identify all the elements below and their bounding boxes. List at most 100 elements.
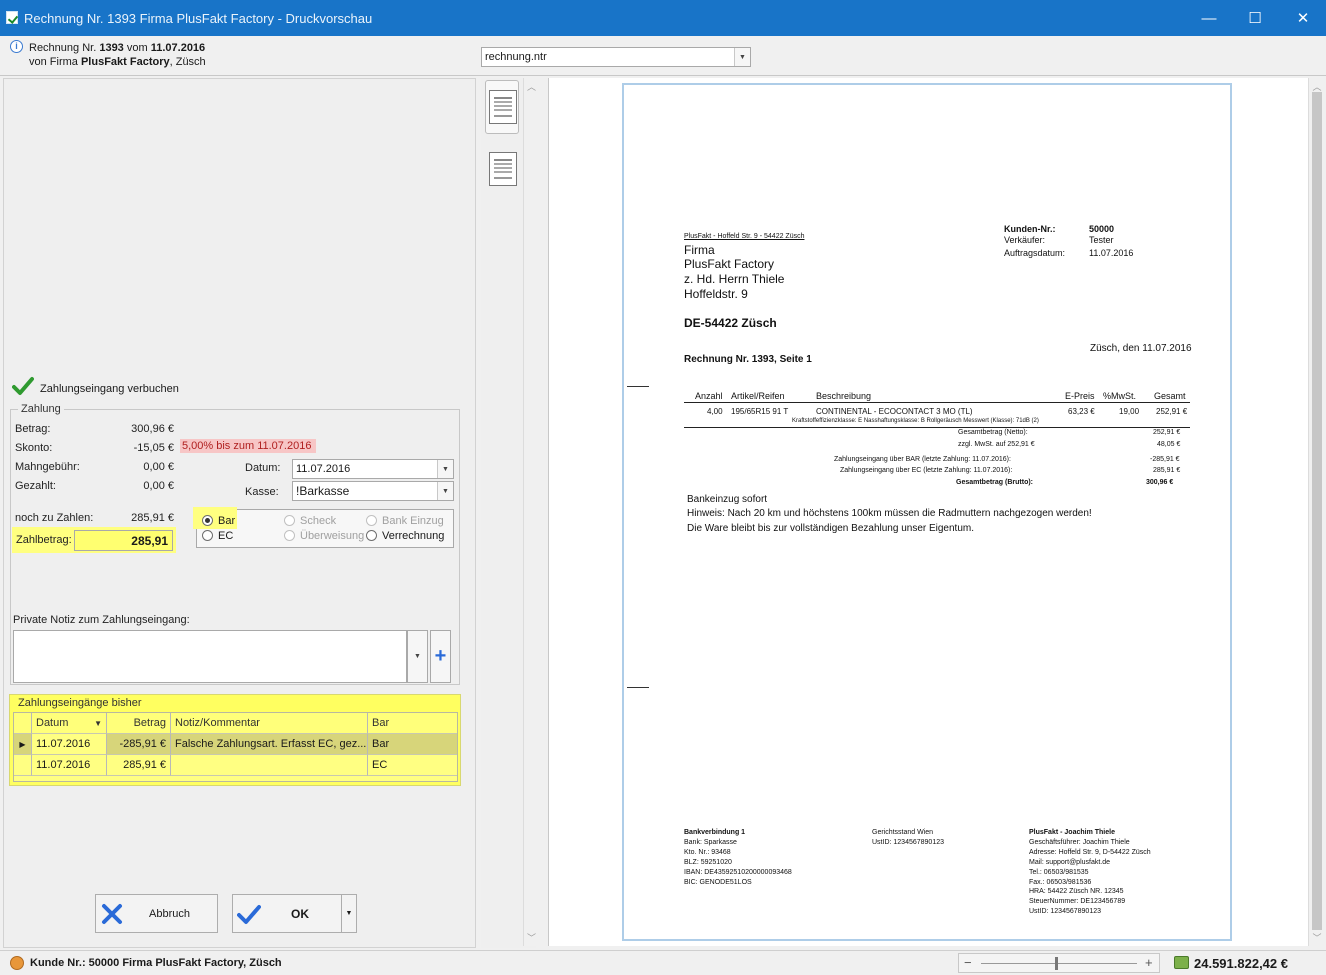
table-row-betrag[interactable]: -285,91 € <box>107 734 171 755</box>
footer-company: SteuerNummer: DE123456789 <box>1029 898 1126 905</box>
table-row-notiz[interactable] <box>171 755 368 776</box>
table-row-datum[interactable]: 11.07.2016 <box>32 755 107 776</box>
maximize-button[interactable]: ☐ <box>1232 0 1278 36</box>
zoom-thumb[interactable] <box>1055 957 1058 970</box>
total-value: 285,91 € <box>1153 467 1181 474</box>
col-anzahl: Anzahl <box>695 391 723 401</box>
row-indicator <box>14 755 32 776</box>
column-header-notiz[interactable]: Notiz/Kommentar <box>171 713 368 734</box>
invoice-info-line1: Rechnung Nr. 1393 vom 11.07.2016 <box>29 42 206 54</box>
table-row-notiz[interactable]: Falsche Zahlungsart. Erfasst EC, gez... <box>171 734 368 755</box>
invoice-heading: Rechnung Nr. 1393, Seite 1 <box>684 354 812 365</box>
total-label: zzgl. MwSt. auf 252,91 € <box>958 441 1035 448</box>
table-rule <box>684 427 1190 428</box>
col-beschreibung: Beschreibung <box>816 391 872 401</box>
chevron-down-icon[interactable]: ▼ <box>437 460 453 478</box>
col-epreis: E-Preis <box>1065 391 1095 401</box>
add-note-button[interactable]: + <box>430 630 451 683</box>
ok-dropdown-button[interactable]: ▼ <box>341 894 357 933</box>
radio-bar[interactable] <box>202 515 213 526</box>
cancel-button[interactable]: Abbruch <box>95 894 218 933</box>
item-gesamt: 252,91 € <box>1156 407 1188 416</box>
radio-ueberweisung-label: Überweisung <box>300 530 365 542</box>
page-thumbnail-2[interactable] <box>489 152 517 186</box>
item-epreis: 63,23 € <box>1068 407 1095 416</box>
footer-court: UstID: 1234567890123 <box>872 839 944 846</box>
sender-line: PlusFakt - Hoffeld Str. 9 - 54422 Züsch <box>684 233 805 240</box>
page-thumbnail-1[interactable] <box>489 90 517 124</box>
note-label: Private Notiz zum Zahlungseingang: <box>13 614 190 626</box>
footer-bank: BIC: GENODE51LOS <box>684 879 752 886</box>
register-select[interactable]: !Barkasse ▼ <box>292 481 454 501</box>
preview-scrollbar[interactable]: ︿ ﹀ <box>1308 78 1325 946</box>
recipient-city: DE-54422 Züsch <box>684 316 777 330</box>
note-dropdown-button[interactable]: ▼ <box>407 630 428 683</box>
footer-company: Adresse: Hoffeld Str. 9, D-54422 Züsch <box>1029 849 1151 856</box>
invoice-note: Hinweis: Nach 20 km und höchstens 100km … <box>687 508 1092 519</box>
thumbnail-scrollbar[interactable]: ︿ ﹀ <box>523 78 539 946</box>
item-anzahl: 4,00 <box>707 407 723 416</box>
item-mwst: 19,00 <box>1119 407 1140 416</box>
zoom-in-icon[interactable]: + <box>1145 955 1153 970</box>
radio-ueberweisung[interactable] <box>284 530 295 541</box>
chevron-down-icon: ▼ <box>345 910 353 917</box>
footer-company: PlusFakt - Joachim Thiele <box>1029 829 1115 836</box>
checkmark-icon <box>12 377 34 395</box>
radio-scheck-label: Scheck <box>300 515 337 527</box>
footer-bank: IBAN: DE43592510200000093468 <box>684 869 792 876</box>
radio-scheck[interactable] <box>284 515 295 526</box>
close-button[interactable]: ✕ <box>1280 0 1326 36</box>
chevron-down-icon[interactable]: ▼ <box>734 48 750 66</box>
scroll-up-icon[interactable]: ︿ <box>524 80 539 93</box>
date-field[interactable]: 11.07.2016 ▼ <box>292 459 454 479</box>
minimize-button[interactable]: — <box>1186 0 1232 36</box>
item-beschreibung: CONTINENTAL - ECOCONTACT 3 MO (TL) <box>816 407 973 416</box>
place-date: Züsch, den 11.07.2016 <box>1090 343 1192 354</box>
item-detail: Kraftstoffeffizienzklasse: E Nasshaftung… <box>792 418 1039 424</box>
remaining-label: noch zu Zahlen: <box>15 512 94 524</box>
zoom-slider[interactable]: − + <box>958 953 1160 973</box>
plus-icon: + <box>434 645 447 667</box>
note-input[interactable] <box>13 630 407 683</box>
pay-amount-input[interactable]: 285,91 <box>74 530 173 551</box>
item-artikel: 195/65R15 91 T <box>731 407 789 416</box>
zoom-out-icon[interactable]: − <box>964 955 972 970</box>
ok-button[interactable]: OK <box>232 894 342 933</box>
template-select[interactable]: rechnung.ntr ▼ <box>481 47 751 67</box>
footer-company: Fax.: 06503/981536 <box>1029 879 1092 886</box>
footer-company: Tel.: 06503/981535 <box>1029 869 1089 876</box>
total-label: Zahlungseingang über EC (letzte Zahlung:… <box>840 467 1013 474</box>
scrollbar-thumb[interactable] <box>1312 92 1322 930</box>
table-row-art[interactable]: Bar <box>368 734 457 755</box>
amount-value: 300,96 € <box>131 423 174 435</box>
column-header-betrag[interactable]: Betrag <box>107 713 171 734</box>
radio-bank-einzug[interactable] <box>366 515 377 526</box>
gross-total-label: Gesamtbetrag (Brutto): <box>956 479 1034 486</box>
scroll-down-icon[interactable]: ﹀ <box>524 931 539 944</box>
discount-value: -15,05 € <box>133 442 174 454</box>
invoice-note: Die Ware bleibt bis zur vollständigen Be… <box>687 523 975 534</box>
fold-mark <box>627 386 649 387</box>
dunning-fee-label: Mahngebühr: <box>15 461 80 473</box>
customer-info: Kunde Nr.: 50000 Firma PlusFakt Factory,… <box>30 957 282 969</box>
recipient-line: z. Hd. Herrn Thiele <box>684 272 785 286</box>
table-row-betrag[interactable]: 285,91 € <box>107 755 171 776</box>
column-header-art[interactable]: Bar <box>368 713 457 734</box>
dunning-fee-value: 0,00 € <box>143 461 174 473</box>
radio-verrechnung[interactable] <box>366 530 377 541</box>
radio-ec[interactable] <box>202 530 213 541</box>
gross-total-value: 300,96 € <box>1146 479 1174 486</box>
col-gesamt: Gesamt <box>1154 391 1186 401</box>
title-bar: Rechnung Nr. 1393 Firma PlusFakt Factory… <box>0 0 1326 36</box>
table-row-art[interactable]: EC <box>368 755 457 776</box>
meta-value: 11.07.2016 <box>1089 248 1134 258</box>
meta-value: 50000 <box>1089 224 1115 234</box>
status-bar: Kunde Nr.: 50000 Firma PlusFakt Factory,… <box>0 950 1326 975</box>
scroll-down-icon[interactable]: ﹀ <box>1309 931 1325 944</box>
chevron-down-icon[interactable]: ▼ <box>437 482 453 500</box>
app-icon <box>6 11 18 24</box>
footer-bank: Kto. Nr.: 93468 <box>684 849 731 856</box>
table-row-datum[interactable]: 11.07.2016 <box>32 734 107 755</box>
column-header-datum[interactable]: Datum ▼ <box>32 713 107 734</box>
recipient-line: Firma <box>684 243 715 257</box>
